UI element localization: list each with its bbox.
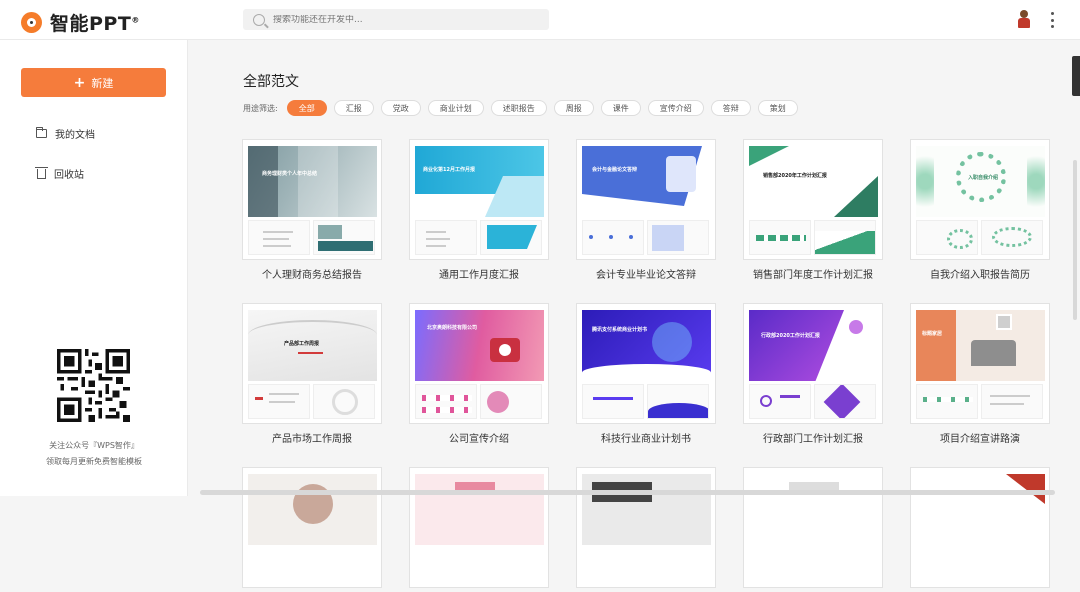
folder-icon: [36, 127, 47, 138]
filter-bar: 用途筛选: 全部 汇报 党政 商业计划 述职报告 周报 课件 宣传介绍 答辩 策…: [243, 100, 805, 116]
template-card[interactable]: [910, 467, 1050, 592]
logo-icon: [21, 12, 42, 33]
search-input[interactable]: [273, 14, 533, 25]
slide-heading: 销售部2020年工作计划汇报: [763, 173, 827, 179]
slide-heading: 腾讯支付系统商业计划书: [592, 327, 648, 333]
template-title[interactable]: 通用工作月度汇报: [409, 266, 549, 281]
filter-chip-duty-report[interactable]: 述职报告: [490, 100, 547, 116]
template-card[interactable]: [743, 467, 883, 592]
template-card[interactable]: 腾讯支付系统商业计划书 科技行业商业计划书: [576, 303, 716, 445]
filter-chip-business-plan[interactable]: 商业计划: [427, 100, 484, 116]
template-thumbnail[interactable]: 销售部2020年工作计划汇报: [743, 139, 883, 260]
vertical-scrollbar[interactable]: [1073, 160, 1077, 320]
template-card[interactable]: [576, 467, 716, 592]
template-card[interactable]: 销售部2020年工作计划汇报 销售部门年度工作计划汇报: [743, 139, 883, 281]
slide-heading: 入职自我介绍: [968, 175, 999, 181]
filter-chip-defense[interactable]: 答辩: [710, 100, 751, 116]
template-thumbnail[interactable]: 商业化第12月工作月报: [409, 139, 549, 260]
trash-icon: [35, 166, 48, 179]
template-thumbnail[interactable]: 产品部工作周报: [242, 303, 382, 424]
template-title[interactable]: 公司宣传介绍: [409, 430, 549, 445]
template-card[interactable]: [242, 467, 382, 592]
filter-label: 用途筛选:: [243, 103, 278, 113]
template-thumbnail[interactable]: 会计与金融论文答辩: [576, 139, 716, 260]
template-thumbnail[interactable]: 标题家居: [910, 303, 1050, 424]
side-panel-tab[interactable]: [1072, 56, 1080, 96]
slide-heading: 行政部2020工作计划汇报: [761, 333, 820, 339]
new-button-label: 新建: [91, 76, 114, 90]
template-card[interactable]: 入职自我介绍 自我介绍入职报告简历: [910, 139, 1050, 281]
slide-heading: 产品部工作周报: [284, 341, 320, 347]
slide-heading: 商务理财类个人年中总结: [262, 171, 318, 177]
template-card[interactable]: 行政部2020工作计划汇报 行政部门工作计划汇报: [743, 303, 883, 445]
horizontal-scrollbar[interactable]: [200, 490, 1055, 495]
slide-heading: 会计与金融论文答辩: [592, 167, 638, 173]
more-menu-icon[interactable]: [1049, 12, 1055, 28]
template-thumbnail[interactable]: 行政部2020工作计划汇报: [743, 303, 883, 424]
template-card[interactable]: 北京奥朗科技有限公司 公司宣传介绍: [409, 303, 549, 445]
sidebar-item-label: 回收站: [54, 170, 84, 181]
search-box[interactable]: [243, 9, 549, 30]
template-card[interactable]: [409, 467, 549, 592]
search-icon: [253, 13, 265, 26]
new-button[interactable]: + 新建: [21, 68, 166, 97]
template-card[interactable]: 商务理财类个人年中总结 个人理财商务总结报告: [242, 139, 382, 281]
main-content: 全部范文 用途筛选: 全部 汇报 党政 商业计划 述职报告 周报 课件 宣传介绍…: [188, 40, 1080, 588]
slide-heading: 标题家居: [922, 331, 943, 337]
template-card[interactable]: 会计与金融论文答辩 会计专业毕业论文答辩: [576, 139, 716, 281]
template-title[interactable]: 自我介绍入职报告简历: [910, 266, 1050, 281]
qr-caption: 关注公众号『WPS智作』: [49, 441, 139, 450]
filter-chip-courseware[interactable]: 课件: [600, 100, 641, 116]
filter-chip-promotion[interactable]: 宣传介绍: [647, 100, 704, 116]
plus-icon: +: [73, 74, 86, 91]
template-title[interactable]: 产品市场工作周报: [242, 430, 382, 445]
template-thumbnail[interactable]: 入职自我介绍: [910, 139, 1050, 260]
avatar[interactable]: [1015, 10, 1033, 30]
template-thumbnail[interactable]: 北京奥朗科技有限公司: [409, 303, 549, 424]
template-title[interactable]: 科技行业商业计划书: [576, 430, 716, 445]
filter-chip-all[interactable]: 全部: [286, 100, 327, 116]
qr-code: [57, 349, 130, 422]
filter-chip-party[interactable]: 党政: [380, 100, 421, 116]
template-thumbnail[interactable]: 商务理财类个人年中总结: [242, 139, 382, 260]
filter-chip-weekly[interactable]: 周报: [553, 100, 594, 116]
template-thumbnail[interactable]: 腾讯支付系统商业计划书: [576, 303, 716, 424]
template-title[interactable]: 会计专业毕业论文答辩: [576, 266, 716, 281]
app-name: 智能PPT: [50, 13, 132, 35]
template-card[interactable]: 产品部工作周报 产品市场工作周报: [242, 303, 382, 445]
sidebar-item-recycle-bin[interactable]: 回收站: [35, 166, 84, 181]
sidebar-item-label: 我的文档: [55, 130, 95, 141]
slide-heading: 北京奥朗科技有限公司: [427, 325, 478, 331]
app-logo[interactable]: 智能PPT®: [21, 9, 140, 36]
filter-chip-planning[interactable]: 策划: [757, 100, 798, 116]
filter-chip-report[interactable]: 汇报: [333, 100, 374, 116]
template-title[interactable]: 项目介绍宣讲路演: [910, 430, 1050, 445]
qr-subcaption: 领取每月更新免费智能模板: [46, 457, 142, 466]
sidebar: + 新建 我的文档 回收站 关注公众号『WPS智作』 领取每月更新免费智能模板: [0, 40, 188, 496]
template-title[interactable]: 个人理财商务总结报告: [242, 266, 382, 281]
registered-mark: ®: [131, 15, 140, 25]
template-title[interactable]: 行政部门工作计划汇报: [743, 430, 883, 445]
page-title: 全部范文: [243, 74, 299, 90]
template-title[interactable]: 销售部门年度工作计划汇报: [743, 266, 883, 281]
template-card[interactable]: 商业化第12月工作月报 通用工作月度汇报: [409, 139, 549, 281]
sidebar-item-my-documents[interactable]: 我的文档: [36, 126, 95, 141]
slide-heading: 商业化第12月工作月报: [423, 167, 475, 173]
top-bar: 智能PPT®: [0, 0, 1080, 40]
template-card[interactable]: 标题家居 项目介绍宣讲路演: [910, 303, 1050, 445]
